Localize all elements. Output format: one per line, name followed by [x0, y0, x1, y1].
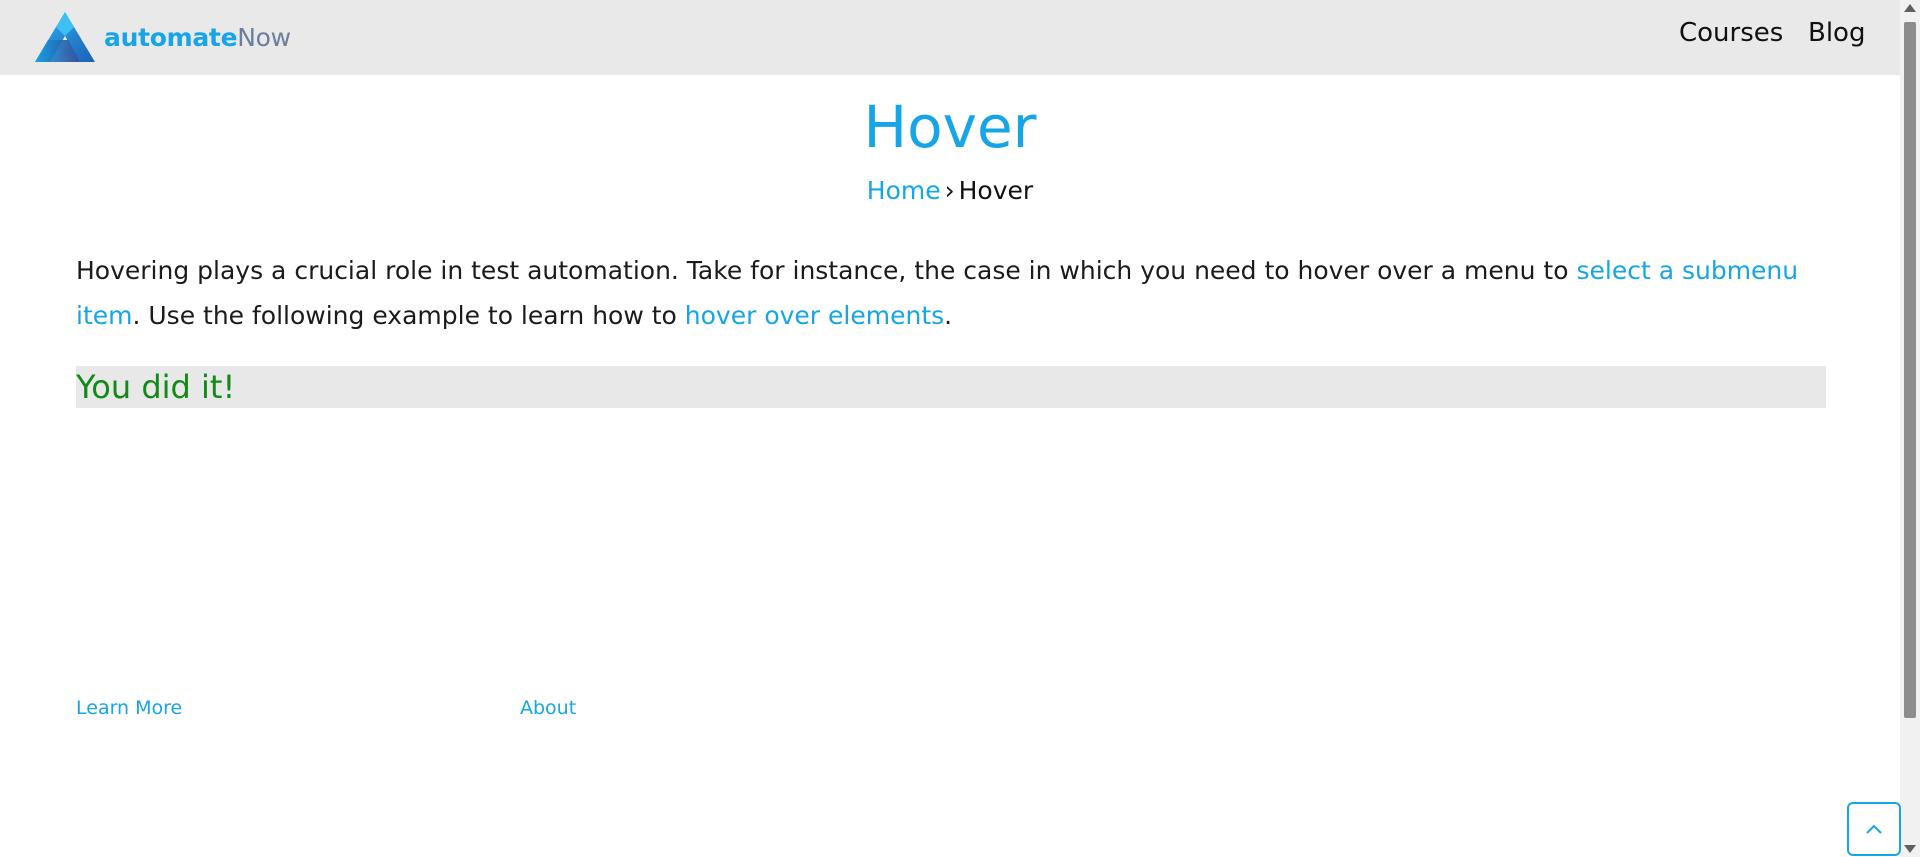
automatenow-logo-icon [35, 12, 95, 62]
breadcrumb-separator: › [944, 176, 955, 205]
logo-text-automate: automate [104, 22, 238, 52]
chevron-up-icon [1866, 824, 1882, 834]
logo-text: automateNow [104, 23, 291, 52]
page-title: Hover [863, 93, 1037, 161]
vertical-scrollbar[interactable] [1900, 0, 1920, 857]
intro-paragraph: Hovering plays a crucial role in test au… [76, 248, 1836, 338]
intro-text-1: Hovering plays a crucial role in test au… [76, 256, 1577, 285]
footer-learn-more-link[interactable]: Learn More [76, 697, 182, 719]
site-logo[interactable]: automateNow [34, 10, 291, 64]
scrollbar-thumb[interactable] [1904, 22, 1916, 718]
breadcrumb-home-link[interactable]: Home [867, 176, 941, 205]
nav-blog-link[interactable]: Blog [1808, 18, 1865, 48]
scroll-down-arrow-icon[interactable] [1904, 845, 1916, 853]
hover-over-elements-link[interactable]: hover over elements [685, 301, 944, 330]
scroll-up-arrow-icon[interactable] [1904, 4, 1916, 12]
hover-result-box[interactable]: You did it! [76, 366, 1826, 408]
site-header: automateNow Courses Blog [0, 0, 1900, 75]
intro-text-3: . [944, 301, 953, 330]
nav-courses-link[interactable]: Courses [1679, 18, 1783, 48]
logo-text-now: Now [237, 22, 291, 52]
back-to-top-button[interactable] [1847, 802, 1901, 856]
hover-result-message: You did it! [76, 368, 236, 406]
intro-text-2: . Use the following example to learn how… [132, 301, 685, 330]
breadcrumb: Home › Hover [0, 174, 1900, 208]
footer-about-link[interactable]: About [520, 697, 576, 719]
breadcrumb-current: Hover [958, 176, 1034, 205]
